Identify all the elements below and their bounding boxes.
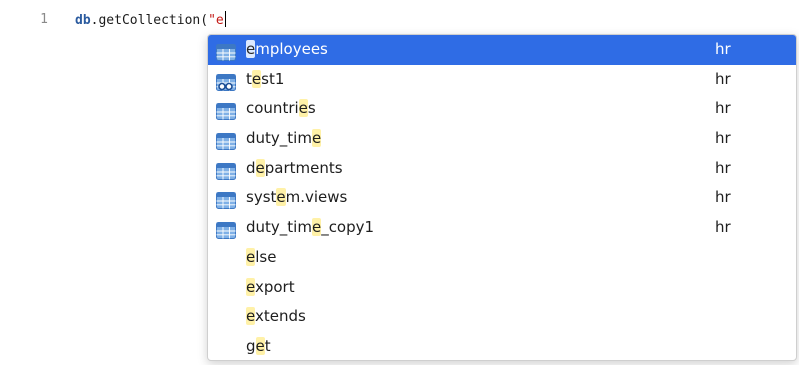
autocomplete-item[interactable]: get [208,332,796,360]
table-icon [216,189,236,210]
match-highlight: e [246,277,255,296]
code-line[interactable]: db.getCollection("e [75,11,227,28]
match-highlight: e [298,99,308,118]
label-text: d [246,158,256,177]
autocomplete-item-label: countries [246,94,316,124]
match-highlight: e [311,218,322,237]
label-text: countri [246,99,299,118]
match-highlight: e [246,40,256,58]
label-text: g [246,336,256,355]
code-token-object: db [75,13,91,28]
match-highlight: e [251,69,262,88]
label-text: mployees [255,40,328,58]
label-text: _copy1 [321,218,375,237]
autocomplete-item-label: else [246,243,276,273]
autocomplete-item[interactable]: duty_time_copy1 hr [208,213,796,243]
label-text: partments [264,158,343,177]
autocomplete-popup[interactable]: employees hr test1 hr countries hr duty_time hr… [207,34,797,361]
label-text: xtends [254,307,306,326]
autocomplete-item[interactable]: else [208,243,796,273]
code-editor[interactable]: 1 db.getCollection("e employees hr test1 hr… [0,0,799,365]
autocomplete-item[interactable]: employees hr [208,35,796,65]
autocomplete-item-label: test1 [246,65,284,95]
table-icon [216,100,236,121]
autocomplete-item-schema: hr [715,99,731,118]
label-text: lse [255,247,277,266]
autocomplete-item-schema: hr [715,129,731,148]
text-caret [224,11,227,27]
table-icon [216,130,236,151]
autocomplete-item-label: extends [246,302,306,332]
label-text: syst [246,188,277,207]
label-text: xport [254,277,295,296]
label-text: t [264,336,271,355]
autocomplete-item-schema: hr [715,218,731,237]
match-highlight: e [255,158,265,177]
autocomplete-item-label: duty_time [246,124,322,154]
code-token-method: getCollection( [98,13,209,28]
autocomplete-item-label: get [246,332,271,360]
autocomplete-item[interactable]: departments hr [208,154,796,184]
autocomplete-item-schema: hr [715,158,731,177]
autocomplete-item[interactable]: countries hr [208,94,796,124]
match-highlight: e [246,307,255,326]
match-highlight: e [246,247,256,266]
label-text: duty_tim [246,129,312,148]
autocomplete-item-schema: hr [715,188,731,207]
label-text: st1 [261,69,285,88]
label-text: m.views [285,188,348,207]
match-highlight: e [276,188,286,207]
label-text: t [246,69,252,88]
autocomplete-item-schema: hr [715,40,731,58]
label-text: duty_tim [246,218,312,237]
autocomplete-item-label: system.views [246,183,347,213]
autocomplete-item[interactable]: duty_time hr [208,124,796,154]
autocomplete-item[interactable]: system.views hr [208,183,796,213]
autocomplete-item-label: departments [246,154,343,184]
table-icon [216,41,236,61]
autocomplete-item[interactable]: export [208,273,796,303]
line-number: 1 [40,12,48,27]
table-icon [216,219,236,240]
view-icon [216,71,236,91]
code-token-string: "e [208,13,224,28]
autocomplete-item[interactable]: extends [208,302,796,332]
label-text: s [307,99,316,118]
autocomplete-item-schema: hr [715,69,731,88]
autocomplete-item-label: duty_time_copy1 [246,213,374,243]
match-highlight: e [311,129,322,148]
autocomplete-item[interactable]: test1 hr [208,65,796,95]
match-highlight: e [255,336,265,355]
autocomplete-item-label: export [246,273,295,303]
table-icon [216,160,236,180]
autocomplete-item-label: employees [246,35,328,65]
